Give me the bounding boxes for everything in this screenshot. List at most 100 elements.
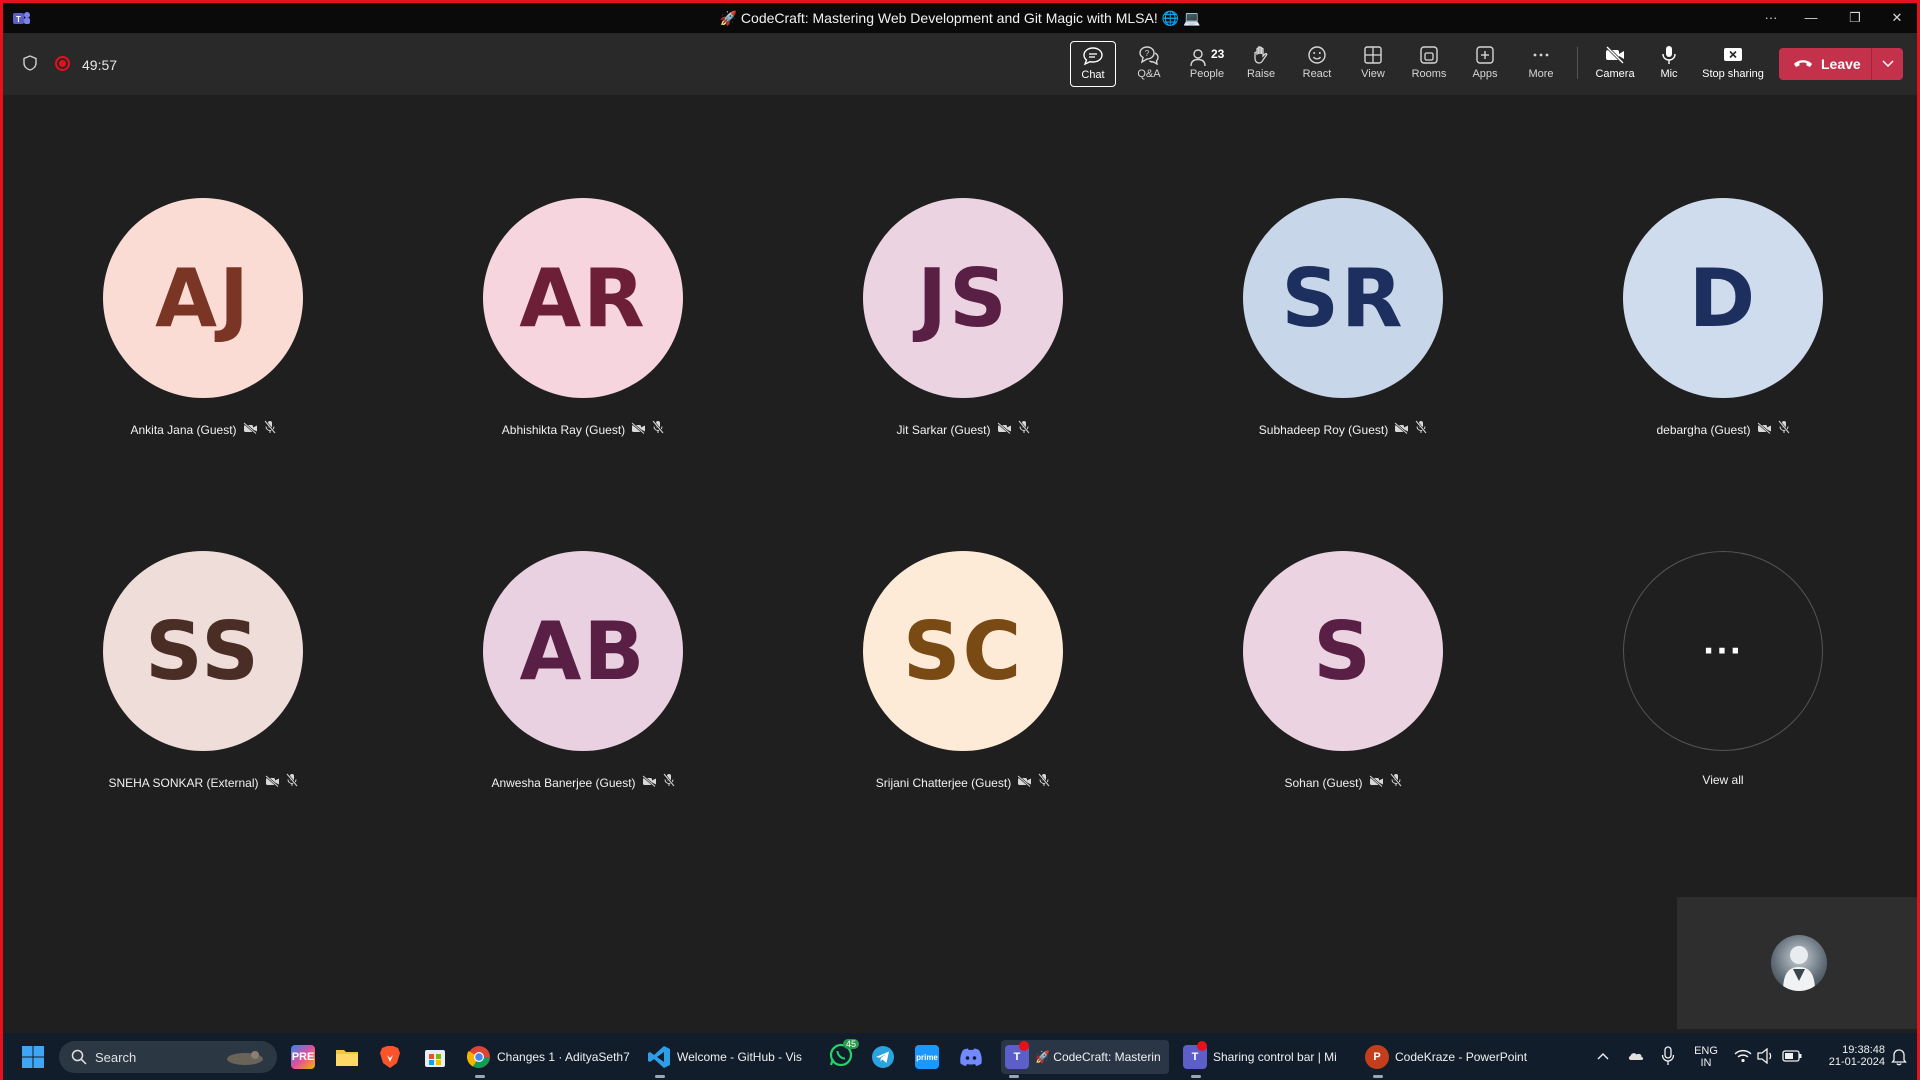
- view-all-tile[interactable]: ··· View all: [1593, 551, 1853, 811]
- chrome-window-label: Changes 1 · AdityaSeth7: [497, 1050, 630, 1064]
- search-icon: [71, 1049, 87, 1065]
- microphone-tray-icon[interactable]: [1661, 1046, 1675, 1066]
- participant-tile[interactable]: JS Jit Sarkar (Guest): [833, 198, 1093, 458]
- participant-tile[interactable]: SR Subhadeep Roy (Guest): [1213, 198, 1473, 458]
- start-button[interactable]: [21, 1040, 45, 1074]
- prime-video-icon: prime: [915, 1045, 939, 1069]
- leave-options-button[interactable]: [1872, 48, 1903, 80]
- taskbar-teams-sharing[interactable]: T Sharing control bar | Mi: [1183, 1040, 1337, 1078]
- view-button[interactable]: View: [1350, 41, 1396, 87]
- more-label: More: [1528, 68, 1554, 80]
- grid-view-icon: [1364, 46, 1382, 64]
- chat-button[interactable]: Chat: [1070, 41, 1116, 87]
- onedrive-icon[interactable]: [1627, 1048, 1645, 1064]
- participant-avatar: SR: [1243, 198, 1443, 398]
- participant-name: SNEHA SONKAR (External): [108, 775, 259, 790]
- participant-tile[interactable]: AR Abhishikta Ray (Guest): [453, 198, 713, 458]
- participant-avatar: SC: [863, 551, 1063, 751]
- leave-button[interactable]: Leave: [1779, 48, 1871, 80]
- raise-label: Raise: [1246, 68, 1276, 80]
- vscode-icon: [648, 1046, 670, 1068]
- mic-muted-icon: [263, 420, 276, 439]
- taskbar-chrome[interactable]: Changes 1 · AdityaSeth7: [467, 1040, 630, 1078]
- shield-icon[interactable]: [23, 55, 37, 71]
- view-all-label: View all: [1702, 773, 1744, 787]
- meeting-toolbar: 49:57 Chat ? Q&A 23 People Raise React V…: [3, 33, 1917, 95]
- powerpoint-icon: P: [1365, 1045, 1389, 1069]
- notification-bell-icon[interactable]: [1891, 1048, 1907, 1066]
- participant-tile[interactable]: S Sohan (Guest): [1213, 551, 1473, 811]
- stop-sharing-button[interactable]: Stop sharing: [1700, 41, 1766, 87]
- taskbar-vscode[interactable]: Welcome - GitHub - Vis: [647, 1040, 802, 1078]
- restore-button[interactable]: ❐: [1833, 7, 1877, 29]
- close-button[interactable]: ✕: [1875, 7, 1919, 29]
- window-more-button[interactable]: ···: [1749, 7, 1793, 29]
- participant-name: Anwesha Banerjee (Guest): [491, 775, 636, 790]
- camera-off-icon: [996, 421, 1012, 439]
- raise-hand-button[interactable]: Raise: [1238, 41, 1284, 87]
- raise-hand-icon: [1254, 46, 1268, 64]
- participant-name-row: Jit Sarkar (Guest): [803, 420, 1123, 439]
- windows-taskbar: Search PRE Changes 1 · AdityaSeth7 Welco…: [3, 1033, 1917, 1080]
- qa-button[interactable]: ? Q&A: [1126, 41, 1172, 87]
- brave-browser-icon: [380, 1046, 400, 1068]
- mic-muted-icon: [652, 420, 665, 439]
- running-indicator: [1191, 1075, 1201, 1078]
- taskbar-file-explorer[interactable]: [335, 1040, 359, 1074]
- minimize-button[interactable]: —: [1789, 7, 1833, 29]
- participant-tile[interactable]: SC Srijani Chatterjee (Guest): [833, 551, 1093, 811]
- microphone-icon: [1662, 46, 1676, 64]
- participant-avatar: SS: [103, 551, 303, 751]
- taskbar-discord[interactable]: [959, 1040, 983, 1074]
- participant-tile[interactable]: AJ Ankita Jana (Guest): [73, 198, 333, 458]
- react-button[interactable]: React: [1294, 41, 1340, 87]
- add-apps-icon: [1476, 46, 1494, 64]
- mic-muted-icon: [1389, 773, 1402, 792]
- participant-name: Srijani Chatterjee (Guest): [875, 775, 1012, 790]
- telegram-icon: [872, 1046, 894, 1068]
- taskbar-prime-video[interactable]: prime: [915, 1040, 939, 1074]
- taskbar-teams-meeting[interactable]: T 🚀 CodeCraft: Masterin: [1001, 1040, 1169, 1078]
- chevron-down-icon: [1881, 60, 1894, 68]
- participant-avatar: D: [1623, 198, 1823, 398]
- taskbar-telegram[interactable]: [871, 1040, 895, 1074]
- powerpoint-window-label: CodeKraze - PowerPoint: [1395, 1050, 1528, 1064]
- running-indicator: [475, 1075, 485, 1078]
- more-participants-icon: ···: [1623, 551, 1823, 751]
- apps-button[interactable]: Apps: [1462, 41, 1508, 87]
- teams-meeting-window: T 🚀 CodeCraft: Mastering Web Development…: [0, 0, 1920, 1080]
- stop-sharing-icon: [1724, 48, 1742, 61]
- taskbar-powerpoint[interactable]: P CodeKraze - PowerPoint: [1365, 1040, 1528, 1078]
- camera-label: Camera: [1595, 68, 1635, 80]
- chat-label: Chat: [1081, 69, 1105, 81]
- battery-icon[interactable]: [1782, 1050, 1802, 1062]
- rooms-button[interactable]: Rooms: [1406, 41, 1452, 87]
- participant-tile[interactable]: Ddebargha (Guest): [1593, 198, 1853, 458]
- participant-tile[interactable]: SS SNEHA SONKAR (External): [73, 551, 333, 811]
- view-all-row: View all: [1563, 773, 1883, 787]
- teams-alert-dot: [1197, 1041, 1207, 1051]
- camera-button[interactable]: Camera: [1590, 41, 1640, 87]
- clock[interactable]: 19:38:48 21-01-2024: [1815, 1044, 1885, 1068]
- self-view-tile[interactable]: [1677, 897, 1917, 1029]
- people-button[interactable]: 23 People: [1182, 41, 1232, 87]
- wifi-icon[interactable]: [1734, 1049, 1752, 1063]
- participant-name: Jit Sarkar (Guest): [896, 422, 991, 437]
- taskbar-whatsapp[interactable]: 45: [829, 1038, 860, 1074]
- taskbar-brave[interactable]: [379, 1040, 401, 1074]
- search-placeholder: Search: [95, 1049, 137, 1065]
- volume-icon[interactable]: [1757, 1048, 1775, 1064]
- language-indicator[interactable]: ENG IN: [1689, 1045, 1723, 1069]
- taskbar-copilot[interactable]: PRE: [291, 1040, 315, 1074]
- camera-off-icon: [242, 421, 258, 439]
- participant-tile[interactable]: AB Anwesha Banerjee (Guest): [453, 551, 713, 811]
- participant-name-row: Subhadeep Roy (Guest): [1183, 420, 1503, 439]
- taskbar-search[interactable]: Search: [59, 1041, 277, 1073]
- svg-text:?: ?: [1145, 49, 1150, 58]
- participant-name-row: Abhishikta Ray (Guest): [423, 420, 743, 439]
- taskbar-store[interactable]: [423, 1040, 447, 1074]
- participant-avatar: JS: [863, 198, 1063, 398]
- mic-button[interactable]: Mic: [1646, 41, 1692, 87]
- more-button[interactable]: More: [1518, 41, 1564, 87]
- chevron-up-icon[interactable]: [1597, 1052, 1609, 1060]
